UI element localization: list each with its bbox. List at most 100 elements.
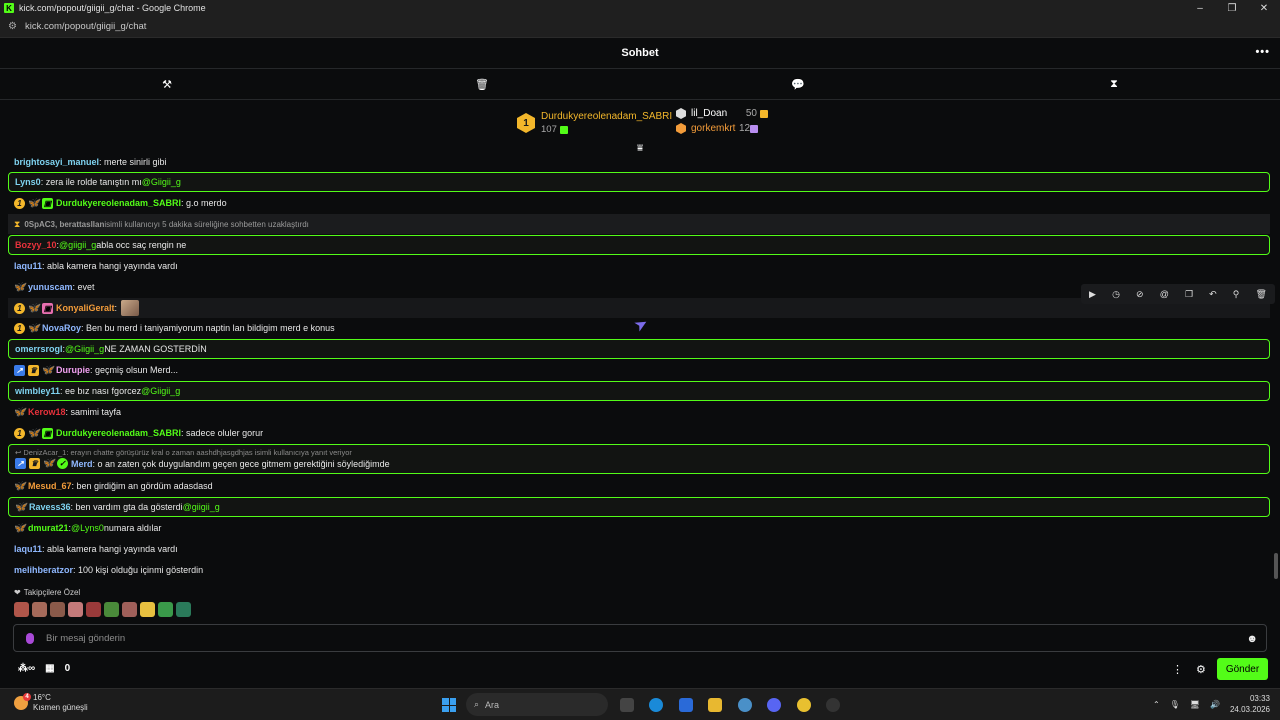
username[interactable]: omerrsrogl <box>15 344 63 354</box>
chat-scrollbar[interactable] <box>1274 553 1278 579</box>
username[interactable]: Durupie <box>56 365 90 375</box>
leaderboard-third[interactable]: gorkemkrt 12 <box>676 123 758 134</box>
chat-message[interactable]: omerrsrogl : @Giigii_g NE ZAMAN GOSTERDİ… <box>8 339 1270 359</box>
chat-message[interactable]: ↗ ♛ 🦋 Durupie : geçmiş olsun Merd... <box>8 360 1270 380</box>
emote-icon[interactable] <box>50 602 65 617</box>
trash-icon[interactable]: 🗑 <box>475 77 489 91</box>
chat-message[interactable]: 🦋 dmurat21 : @Lyns0 numara aldılar <box>8 518 1270 538</box>
chat-bubble-icon[interactable]: 💬 <box>791 77 805 91</box>
username[interactable]: wimbley11 <box>15 386 60 396</box>
username[interactable]: Kerow18 <box>28 407 66 417</box>
edge-icon[interactable] <box>649 698 663 712</box>
leaderboard-first[interactable]: 1 Durdukyereolenadam_SABRI 107 <box>517 111 672 135</box>
username[interactable]: Bozyy_10 <box>15 240 57 250</box>
chat-message[interactable]: 1 🦋 ▣ Durdukyereolenadam_SABRI : sadece … <box>8 423 1270 443</box>
chevron-up-icon[interactable]: ⌃ <box>1153 700 1160 709</box>
pin-icon[interactable]: ⚲ <box>1233 289 1240 300</box>
taskbar-search[interactable]: ⌕ Ara <box>466 693 608 716</box>
hourglass-icon[interactable]: ⧗ <box>1107 77 1121 91</box>
leaderboard-second[interactable]: lil_Doan 50 <box>676 108 768 119</box>
minimize-button[interactable]: – <box>1184 0 1216 16</box>
chat-message[interactable]: brightosayi_manuel : merte sinirli gibi <box>8 152 1270 172</box>
username[interactable]: yunuscam <box>28 282 73 292</box>
chat-message[interactable]: 🦋 Kerow18 : samimi tayfa <box>8 402 1270 422</box>
username[interactable]: Durdukyereolenadam_SABRI <box>56 198 181 208</box>
restore-button[interactable]: ❐ <box>1216 0 1248 16</box>
username[interactable]: laqu11 <box>14 261 42 271</box>
emote-icon[interactable] <box>32 602 47 617</box>
obs-icon[interactable] <box>826 698 840 712</box>
username[interactable]: Durdukyereolenadam_SABRI <box>56 428 181 438</box>
emote-icon[interactable] <box>122 602 137 617</box>
settings-app-icon[interactable] <box>738 698 752 712</box>
task-view-icon[interactable] <box>620 698 634 712</box>
mention[interactable]: @Giigii_g <box>142 177 181 187</box>
at-icon[interactable]: @ <box>1160 289 1169 299</box>
network-icon[interactable]: 🖥 <box>1190 700 1200 709</box>
username[interactable]: NovaRoy <box>42 323 81 333</box>
hammer-icon[interactable]: ⚒ <box>160 77 174 91</box>
mention[interactable]: @Giigii_g <box>141 386 180 396</box>
copy-icon[interactable]: ❐ <box>1185 289 1193 300</box>
clock[interactable]: 03:33 24.03.2026 <box>1230 693 1270 715</box>
username[interactable]: Lyns0 <box>15 177 41 187</box>
send-button[interactable]: Gönder <box>1217 658 1268 680</box>
microphone-icon[interactable]: 🎙 <box>1170 700 1180 709</box>
close-button[interactable]: ✕ <box>1248 0 1280 16</box>
emote-icon[interactable] <box>86 602 101 617</box>
mention[interactable]: @Lyns0 <box>71 523 104 533</box>
file-explorer-icon[interactable] <box>708 698 722 712</box>
username[interactable]: Mesud_67 <box>28 481 72 491</box>
mic-icon[interactable] <box>26 632 34 644</box>
emoji-icon[interactable]: ☻ <box>1246 633 1258 645</box>
chat-message[interactable]: 🦋 Mesud_67 : ben girdiğim an gördüm adas… <box>8 476 1270 496</box>
username[interactable]: Ravess36 <box>29 502 71 512</box>
emote-icon[interactable] <box>140 602 155 617</box>
username[interactable]: melihberatzor <box>14 565 73 575</box>
chat-message[interactable]: laqu11 : abla kamera hangi yayında vardı <box>8 539 1270 559</box>
mention[interactable]: @Giigii_g <box>65 344 104 354</box>
mention[interactable]: @giigii_g <box>183 502 220 512</box>
mention[interactable]: @giigii_g <box>59 240 96 250</box>
chat-message-reply[interactable]: ↩ DenizAcar_1: erayın chatte görüşürüz k… <box>8 444 1270 474</box>
more-vertical-icon[interactable]: ⋮ <box>1172 663 1183 676</box>
chat-message[interactable]: melihberatzor : 100 kişi olduğu içinmi g… <box>8 560 1270 580</box>
emote-icon[interactable] <box>158 602 173 617</box>
chat-message[interactable]: Lyns0 : zera ile rolde tanıştın mı @Giig… <box>8 172 1270 192</box>
gift-box-icon[interactable]: ▦ <box>45 663 54 674</box>
site-info-icon[interactable]: ⚙ <box>8 21 17 32</box>
reply-icon[interactable]: ↶ <box>1209 289 1217 300</box>
start-button[interactable] <box>442 698 456 712</box>
chat-message[interactable]: 1 🦋 ▣ Durdukyereolenadam_SABRI : g.o mer… <box>8 193 1270 213</box>
chrome-icon[interactable] <box>797 698 811 712</box>
username[interactable]: dmurat21 <box>28 523 69 533</box>
more-options-icon[interactable]: ••• <box>1255 46 1270 58</box>
delete-icon[interactable]: 🗑 <box>1256 289 1267 300</box>
address-bar[interactable]: ⚙ kick.com/popout/giigii_g/chat <box>0 16 1280 38</box>
message-input[interactable]: Bir mesaj gönderin ☻ <box>13 624 1267 652</box>
chat-message[interactable]: wimbley11 : ee bız nası fgorcez @Giigii_… <box>8 381 1270 401</box>
emote-icon[interactable] <box>14 602 29 617</box>
followers-only-label: ❤ Takipçilere Özel <box>14 588 80 597</box>
play-icon[interactable]: ▶ <box>1089 289 1096 300</box>
emote-icon[interactable] <box>68 602 83 617</box>
username[interactable]: Merd <box>71 459 93 469</box>
clock-icon[interactable]: ◷ <box>1112 289 1120 300</box>
channel-points-icon[interactable]: ⁂∞ <box>18 663 35 674</box>
emote-icon[interactable] <box>104 602 119 617</box>
chat-message[interactable]: laqu11 : abla kamera hangi yayında vardı <box>8 256 1270 276</box>
chat-message[interactable]: 🦋 Ravess36 : ben vardım gta da gösterdi … <box>8 497 1270 517</box>
emote-icon[interactable] <box>176 602 191 617</box>
username[interactable]: KonyaliGeralt <box>56 303 115 313</box>
discord-icon[interactable] <box>767 698 781 712</box>
settings-gear-icon[interactable]: ⚙ <box>1196 663 1206 676</box>
butterfly-badge-icon: 🦋 <box>27 197 40 209</box>
followers-text: Takipçilere Özel <box>23 588 81 597</box>
weather-widget[interactable]: 4 16°C Kısmen güneşli <box>14 693 88 713</box>
volume-icon[interactable]: 🔊 <box>1210 700 1220 709</box>
chat-message[interactable]: Bozyy_10 : @giigii_g abla occ saç rengin… <box>8 235 1270 255</box>
store-icon[interactable] <box>679 698 693 712</box>
username[interactable]: laqu11 <box>14 544 42 554</box>
unban-icon[interactable]: ⊘ <box>1136 289 1144 300</box>
username[interactable]: brightosayi_manuel <box>14 157 99 167</box>
